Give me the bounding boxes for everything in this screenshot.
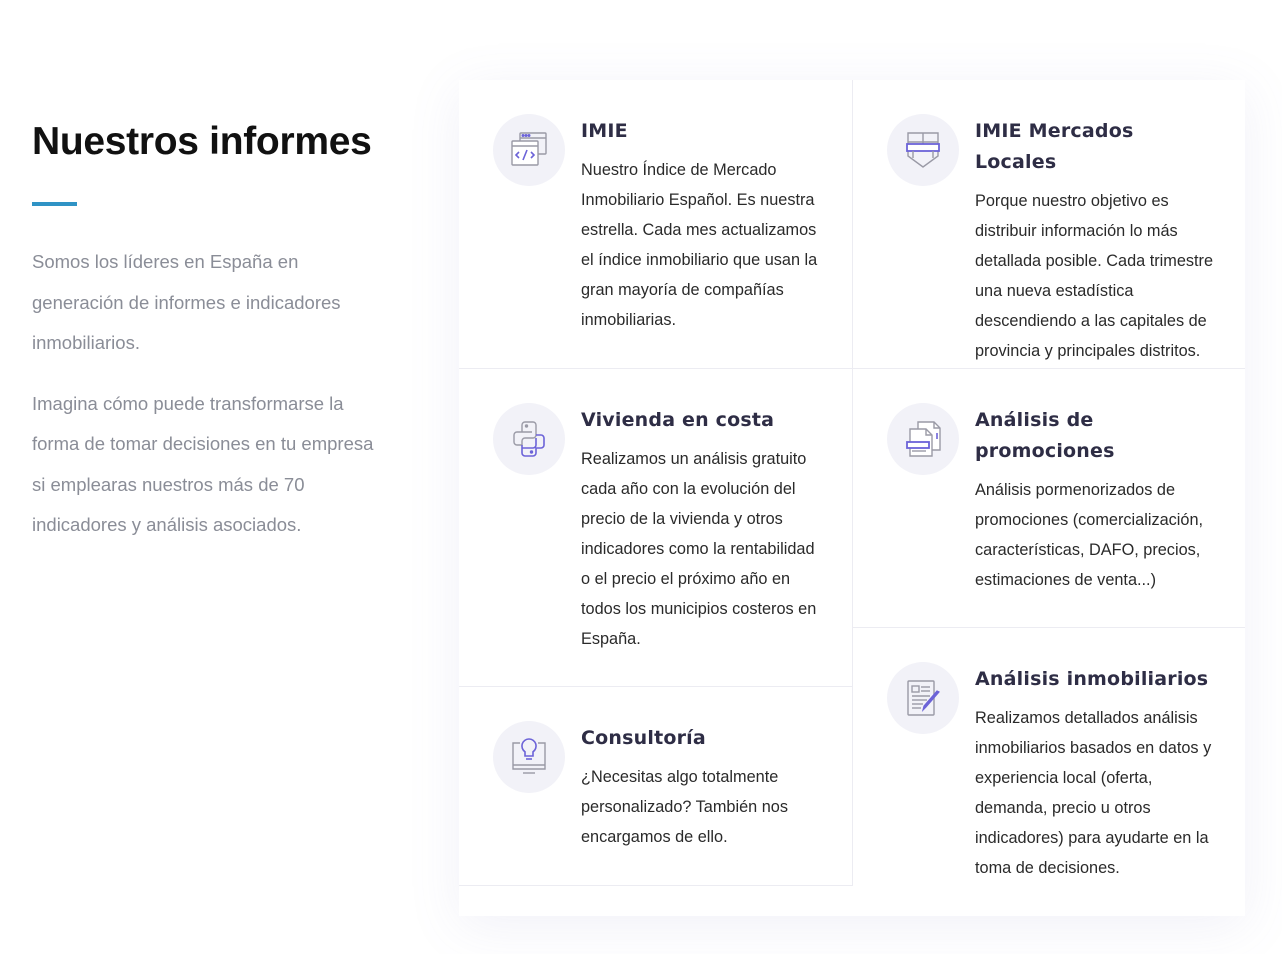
card-description: Porque nuestro objetivo es distribuir in… xyxy=(975,192,1214,360)
card-title: Consultoría xyxy=(581,727,706,749)
documents-icon xyxy=(887,403,959,475)
reports-grid: IMIE Nuestro Índice de Mercado Inmobilia… xyxy=(459,80,1245,916)
card-description: Realizamos detallados análisis inmobilia… xyxy=(975,709,1212,877)
card-analisis-de-promociones[interactable]: Análisis de promociones Análisis pormeno… xyxy=(853,369,1245,628)
document-edit-icon xyxy=(887,662,959,734)
card-description: ¿Necesitas algo totalmente personalizado… xyxy=(581,768,788,846)
intro-paragraph-1: Somos los líderes en España en generació… xyxy=(32,251,341,353)
card-description: Nuestro Índice de Mercado Inmobiliario E… xyxy=(581,161,818,329)
shield-icon xyxy=(887,114,959,186)
lightbulb-monitor-icon xyxy=(493,721,565,793)
intro-section: Nuestros informes Somos los líderes en E… xyxy=(32,118,382,546)
title-accent-line xyxy=(32,202,77,206)
card-imie-mercados-locales[interactable]: IMIE Mercados Locales Porque nuestro obj… xyxy=(853,80,1245,369)
card-consultoria[interactable]: Consultoría ¿Necesitas algo totalmente p… xyxy=(459,687,853,886)
card-title: Análisis inmobiliarios xyxy=(975,668,1209,690)
card-description: Realizamos un análisis gratuito cada año… xyxy=(581,450,817,648)
intro-paragraph-2: Imagina cómo puede transformarse la form… xyxy=(32,392,374,536)
card-title: IMIE xyxy=(581,120,628,142)
page-title: Nuestros informes xyxy=(32,120,372,163)
card-analisis-inmobiliarios[interactable]: Análisis inmobiliarios Realizamos detall… xyxy=(853,628,1245,916)
card-description: Análisis pormenorizados de promociones (… xyxy=(975,481,1204,589)
card-title: Vivienda en costa xyxy=(581,409,775,431)
code-window-icon xyxy=(493,114,565,186)
card-title: Análisis de promociones xyxy=(975,409,1115,462)
python-icon xyxy=(493,403,565,475)
card-imie[interactable]: IMIE Nuestro Índice de Mercado Inmobilia… xyxy=(459,80,853,369)
card-vivienda-en-costa[interactable]: Vivienda en costa Realizamos un análisis… xyxy=(459,369,853,687)
card-title: IMIE Mercados Locales xyxy=(975,120,1134,173)
